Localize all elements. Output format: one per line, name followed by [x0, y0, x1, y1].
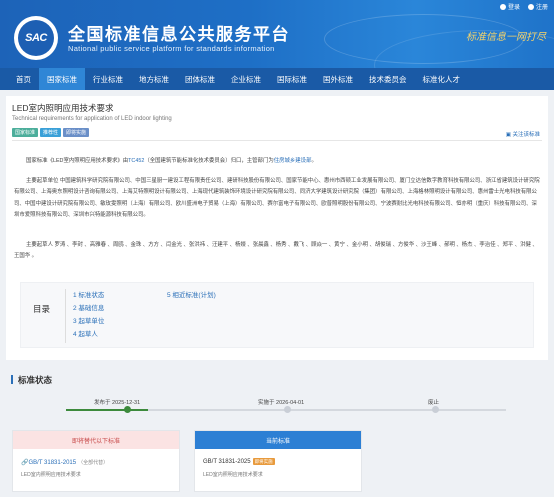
follow-label: 关注该标准 — [512, 132, 540, 138]
login-link[interactable]: 登录 — [499, 2, 520, 11]
type-badge: 推荐性 — [40, 128, 62, 137]
register-link[interactable]: 注册 — [527, 2, 548, 11]
current-standard-card: 当前标准 GB/T 31831-2025 即将实施 LED室内照明应用技术要求 — [194, 430, 362, 492]
standard-title: LED室内照明应用技术要求 — [12, 103, 114, 113]
account-links: 登录 注册 — [499, 2, 548, 11]
status-timeline: 发布于 2025-12-31 实施于 2026-04-01 废止 — [46, 390, 546, 420]
timeline-label-published: 发布于 2025-12-31 — [94, 400, 141, 406]
toc-item-drafting-units[interactable]: 3 起草单位 — [73, 315, 104, 328]
status-badge: 即将实施 — [63, 128, 90, 137]
toc-column-right: 5 相近标准(计划) — [167, 289, 216, 302]
nav-item[interactable]: 国家标准 — [39, 68, 85, 90]
nav-item[interactable]: 标准化人才 — [415, 68, 469, 90]
overview-end: 。 — [311, 158, 317, 164]
current-status-tag: 即将实施 — [252, 458, 275, 465]
register-icon — [527, 3, 534, 10]
department-link[interactable]: 住房城乡建设部 — [274, 158, 312, 164]
login-label: 登录 — [507, 5, 520, 11]
standard-title-en: Technical requirements for application o… — [12, 116, 172, 122]
timeline-label-abolished: 废止 — [428, 400, 440, 406]
timeline-dot-abolished — [432, 406, 439, 413]
nav-item[interactable]: 企业标准 — [223, 68, 269, 90]
nav-item[interactable]: 技术委员会 — [361, 68, 415, 90]
follow-standard-link[interactable]: ▣ 关注该标准 — [506, 130, 540, 138]
overview-paragraph: 国家标准《LED室内照明应用技术要求》由TC452（全国建筑节能标准化技术委员会… — [14, 156, 540, 167]
main-nav: 首页 国家标准 行业标准 地方标准 团体标准 企业标准 国际标准 国外标准 技术委员会 标准化人才 — [0, 68, 554, 90]
logo-text: SAC — [18, 20, 54, 56]
nav-item[interactable]: 地方标准 — [131, 68, 177, 90]
standard-badges: 国家标准 推荐性 即将实施 — [12, 128, 90, 137]
timeline-label-effective: 实施于 2026-04-01 — [258, 400, 305, 406]
timeline-progress — [66, 409, 148, 411]
nav-item[interactable]: 国际标准 — [269, 68, 315, 90]
site-slogan: 标准信息一网打尽 — [466, 32, 546, 43]
standard-detail-card: LED室内照明应用技术要求 Technical requirements for… — [6, 96, 548, 360]
timeline-dot-published — [124, 406, 131, 413]
sac-logo[interactable]: SAC — [14, 16, 58, 60]
current-standard-code: GB/T 31831-2025 即将实施 — [203, 458, 275, 465]
page: { "header": { "logo_text": "SAC", "title… — [0, 0, 554, 497]
replaced-code: GB/T 31831-2015 — [28, 460, 77, 466]
divider — [12, 140, 542, 141]
nav-item[interactable]: 国外标准 — [315, 68, 361, 90]
register-label: 注册 — [535, 5, 548, 11]
toc-label: 目录 — [33, 304, 51, 314]
overview-prefix: 国家标准《LED室内照明应用技术要求》由 — [26, 158, 129, 164]
nav-item[interactable]: 行业标准 — [85, 68, 131, 90]
status-section-title: 标准状态 — [10, 375, 53, 385]
toc-item-status[interactable]: 1 标准状态 — [73, 289, 104, 302]
table-of-contents: 目录 1 标准状态 2 基础信息 3 起草单位 4 起草人 5 相近标准(计划) — [20, 282, 534, 348]
category-badge: 国家标准 — [12, 128, 39, 137]
current-header: 当前标准 — [195, 431, 361, 449]
toc-column-left: 1 标准状态 2 基础信息 3 起草单位 4 起草人 — [73, 289, 104, 341]
toc-item-basic-info[interactable]: 2 基础信息 — [73, 302, 104, 315]
toc-divider — [65, 289, 66, 343]
replaced-scope: （全部代替） — [78, 460, 109, 466]
site-title: 全国标准信息公共服务平台 — [68, 25, 290, 44]
site-subtitle: National public service platform for sta… — [68, 44, 275, 53]
tc-link[interactable]: TC452 — [128, 158, 144, 164]
drafting-units-paragraph: 主要起草单位 中国建筑科学研究院有限公司、中国三星厨一建设工程有限责任公司、建研… — [14, 178, 540, 219]
nav-item[interactable]: 首页 — [8, 68, 39, 90]
current-desc: LED室内照明应用技术要求 — [203, 472, 263, 478]
timeline-dot-effective — [284, 406, 291, 413]
current-code: GB/T 31831-2025 — [203, 459, 251, 465]
replaced-standard-card: 即将替代以下标准 🔗GB/T 31831-2015 （全部代替） LED室内照明应… — [12, 430, 180, 492]
replaced-header: 即将替代以下标准 — [13, 431, 179, 449]
site-header: SAC 全国标准信息公共服务平台 National public service… — [0, 0, 554, 68]
drafters-paragraph: 主要起草人 罗涛 、李封 、高雅春 、周鸥 、金珠 、方方 、闫金光 、张洪祎 … — [14, 242, 538, 260]
overview-mid: （全国建筑节能标准化技术委员会）归口，主管部门为 — [144, 158, 274, 164]
toc-item-similar-standards[interactable]: 5 相近标准(计划) — [167, 289, 216, 302]
replaced-desc: LED室内照明应用技术要求 — [21, 472, 81, 478]
user-icon — [499, 3, 506, 10]
replaced-standard-link[interactable]: 🔗GB/T 31831-2015 （全部代替） — [21, 459, 108, 466]
nav-item[interactable]: 团体标准 — [177, 68, 223, 90]
toc-item-drafters[interactable]: 4 起草人 — [73, 328, 104, 341]
